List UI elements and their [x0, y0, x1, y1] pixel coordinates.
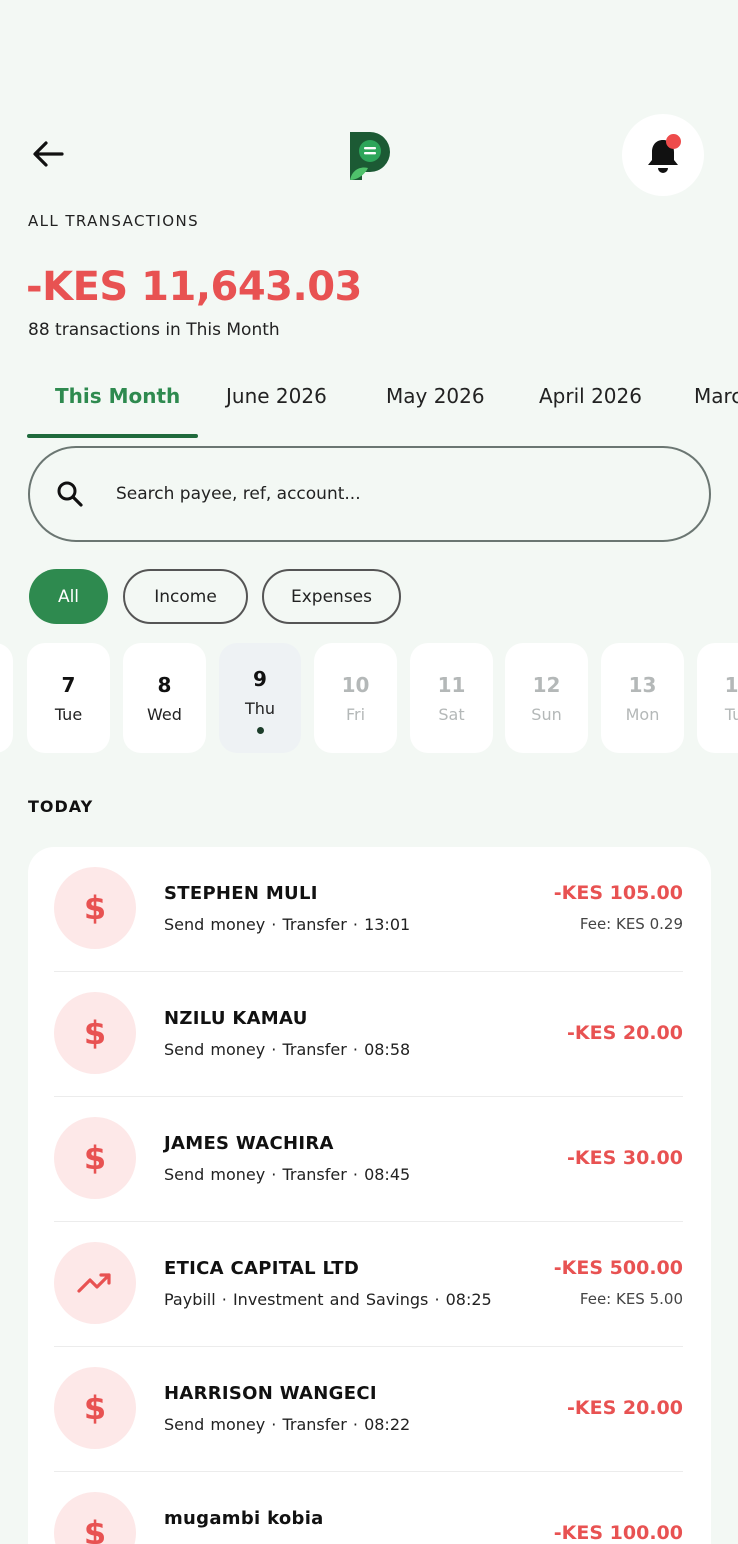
- day-13[interactable]: 13 Mon: [601, 643, 684, 753]
- day-number: 9: [253, 667, 267, 691]
- payee-name: STEPHEN MULI: [164, 883, 318, 904]
- search-input[interactable]: [116, 484, 656, 504]
- period-tabs: This Month June 2026 May 2026 April 2026…: [0, 376, 738, 440]
- day-strip: 7 Tue 8 Wed 9 Thu 10 Fri 11 Sat 12 Sun 1…: [0, 643, 738, 755]
- arrow-left-icon: [33, 141, 64, 167]
- transaction-row[interactable]: $ mugambi kobia -KES 100.00: [28, 1472, 711, 1544]
- filter-all[interactable]: All: [29, 569, 108, 624]
- day-number: 8: [157, 673, 172, 697]
- day-9-selected[interactable]: 9 Thu: [219, 643, 301, 753]
- day-weekday: Tue: [724, 705, 738, 724]
- transaction-details: Send money · Transfer · 08:58: [164, 1040, 411, 1059]
- day-number: 12: [532, 673, 561, 697]
- transaction-row[interactable]: $ HARRISON WANGECI Send money · Transfer…: [28, 1347, 711, 1472]
- day-14[interactable]: 14 Tue: [697, 643, 738, 753]
- notifications-button[interactable]: [622, 114, 704, 196]
- day-weekday: Fri: [345, 705, 366, 724]
- day-weekday: Mon: [625, 705, 660, 724]
- transaction-amount: -KES 20.00: [567, 1397, 683, 1419]
- transaction-row[interactable]: ETICA CAPITAL LTD Paybill · Investment a…: [28, 1222, 711, 1347]
- section-label: ALL TRANSACTIONS: [28, 212, 200, 230]
- dollar-icon: $: [54, 1367, 136, 1449]
- transaction-fee: Fee: KES 0.29: [579, 915, 683, 933]
- transaction-details: Send money · Transfer · 13:01: [164, 915, 411, 934]
- dollar-icon: $: [54, 867, 136, 949]
- trending-up-icon: [54, 1242, 136, 1324]
- day-number: 7: [61, 673, 76, 697]
- transaction-details: Send money · Transfer · 08:45: [164, 1165, 411, 1184]
- transaction-count: 88 transactions in This Month: [28, 320, 280, 340]
- group-label-today: TODAY: [28, 797, 94, 816]
- today-dot: [257, 727, 264, 734]
- day-weekday: Sun: [531, 705, 562, 724]
- search-bar[interactable]: [28, 446, 711, 542]
- payee-name: HARRISON WANGECI: [164, 1383, 377, 1404]
- transaction-amount: -KES 20.00: [567, 1022, 683, 1044]
- tab-indicator: [27, 434, 198, 438]
- transaction-amount: -KES 105.00: [553, 882, 683, 904]
- transaction-row[interactable]: $ NZILU KAMAU Send money · Transfer · 08…: [28, 972, 711, 1097]
- transaction-details: Paybill · Investment and Savings · 08:25: [164, 1290, 492, 1309]
- dollar-icon: $: [54, 992, 136, 1074]
- back-button[interactable]: [28, 134, 68, 174]
- tab-may-2026[interactable]: May 2026: [386, 384, 485, 408]
- day-weekday: Wed: [147, 705, 182, 724]
- filter-expenses[interactable]: Expenses: [262, 569, 401, 624]
- dollar-icon: $: [54, 1117, 136, 1199]
- tab-this-month[interactable]: This Month: [55, 384, 180, 408]
- transaction-amount: -KES 30.00: [567, 1147, 683, 1169]
- payee-name: JAMES WACHIRA: [164, 1133, 334, 1154]
- transaction-details: Send money · Transfer · 08:22: [164, 1415, 411, 1434]
- filter-income[interactable]: Income: [123, 569, 248, 624]
- day-partial[interactable]: [0, 643, 13, 753]
- day-number: 13: [628, 673, 657, 697]
- day-number: 14: [724, 673, 738, 697]
- app-logo: [348, 130, 392, 182]
- tab-april-2026[interactable]: April 2026: [539, 384, 642, 408]
- search-icon: [57, 481, 83, 507]
- day-12[interactable]: 12 Sun: [505, 643, 588, 753]
- transaction-row[interactable]: $ STEPHEN MULI Send money · Transfer · 1…: [28, 847, 711, 972]
- transactions-screen: ALL TRANSACTIONS -KES 11,643.03 88 trans…: [0, 0, 738, 1544]
- day-8[interactable]: 8 Wed: [123, 643, 206, 753]
- day-11[interactable]: 11 Sat: [410, 643, 493, 753]
- day-7[interactable]: 7 Tue: [27, 643, 110, 753]
- day-10[interactable]: 10 Fri: [314, 643, 397, 753]
- day-weekday: Tue: [54, 705, 83, 724]
- payee-name: mugambi kobia: [164, 1508, 324, 1529]
- dollar-icon: $: [54, 1492, 136, 1544]
- day-number: 10: [341, 673, 370, 697]
- notification-badge: [666, 134, 681, 149]
- payee-name: ETICA CAPITAL LTD: [164, 1258, 360, 1279]
- tab-june-2026[interactable]: June 2026: [226, 384, 327, 408]
- day-number: 11: [437, 673, 466, 697]
- total-amount: -KES 11,643.03: [26, 264, 362, 310]
- tab-march-2026[interactable]: March 2026: [694, 384, 738, 408]
- day-weekday: Thu: [244, 699, 276, 718]
- transaction-fee: Fee: KES 5.00: [579, 1290, 683, 1308]
- transaction-amount: -KES 100.00: [553, 1522, 683, 1544]
- day-weekday: Sat: [438, 705, 465, 724]
- payee-name: NZILU KAMAU: [164, 1008, 308, 1029]
- transactions-list: $ STEPHEN MULI Send money · Transfer · 1…: [28, 847, 711, 1544]
- transaction-amount: -KES 500.00: [553, 1257, 683, 1279]
- transaction-row[interactable]: $ JAMES WACHIRA Send money · Transfer · …: [28, 1097, 711, 1222]
